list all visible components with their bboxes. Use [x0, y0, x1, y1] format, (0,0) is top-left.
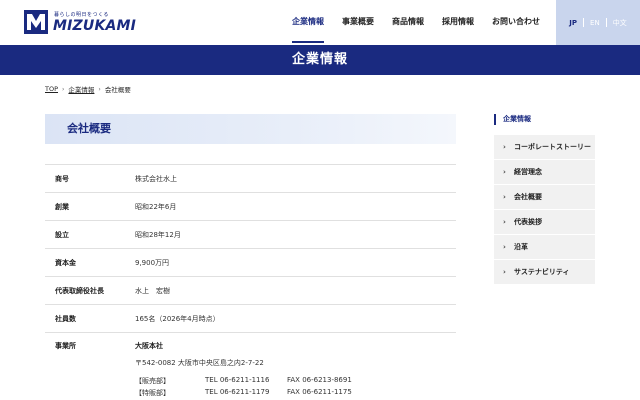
- office-fax: FAX 06-6213-8691: [287, 376, 352, 384]
- sidebar-item-greeting[interactable]: › 代表挨拶: [494, 210, 595, 235]
- sidebar-item-corporate-story[interactable]: › コーポレートストーリー: [494, 135, 595, 160]
- breadcrumb-current: 会社概要: [104, 86, 131, 94]
- nav-item-contact[interactable]: お問い合わせ: [483, 0, 549, 45]
- office-contact-line: 【特販部】 TEL 06-6211-1179 FAX 06-6211-1175: [135, 388, 352, 400]
- row-value: 株式会社水上: [135, 174, 177, 183]
- table-row: 資本金 9,900万円: [45, 248, 456, 276]
- breadcrumb-parent[interactable]: 企業情報: [68, 84, 94, 94]
- row-value: 水上 宏樹: [135, 286, 170, 295]
- table-row: 代表取締役社長 水上 宏樹: [45, 276, 456, 304]
- sidebar-item-label: 沿革: [514, 243, 528, 251]
- row-label: 商号: [55, 174, 69, 183]
- chevron-right-icon: ›: [503, 193, 506, 201]
- chevron-right-icon: ›: [503, 218, 506, 226]
- global-nav: 企業情報 事業概要 商品情報 採用情報 お問い合わせ: [283, 0, 549, 45]
- breadcrumb-top[interactable]: TOP: [45, 85, 58, 93]
- sidebar-item-sustainability[interactable]: › サステナビリティ: [494, 260, 595, 285]
- sidebar-item-label: 代表挨拶: [514, 218, 542, 226]
- sidebar-menu: › コーポレートストーリー › 経営理念 › 会社概要 › 代表挨拶 › 沿革 …: [494, 135, 595, 285]
- chevron-right-icon: ›: [503, 143, 506, 151]
- office-tel[interactable]: TEL 06-6211-1116: [205, 376, 287, 388]
- language-switcher: JP EN 中文: [556, 0, 640, 45]
- sidebar-item-label: サステナビリティ: [514, 268, 570, 276]
- chevron-right-icon: ›: [503, 268, 506, 276]
- table-row: 商号 株式会社水上: [45, 164, 456, 192]
- site-logo[interactable]: 暮らしの明日をつくる MIZUKAMI: [24, 10, 144, 36]
- row-label: 設立: [55, 230, 69, 239]
- sidebar-item-label: 経営理念: [514, 168, 542, 176]
- chevron-right-icon: ›: [503, 243, 506, 251]
- chevron-right-icon: ›: [503, 168, 506, 176]
- company-info-table: 商号 株式会社水上 創業 昭和22年6月 設立 昭和28年12月 資本金 9,9…: [45, 164, 456, 400]
- chevron-right-icon: ›: [98, 85, 101, 93]
- office-name: 大阪本社: [135, 342, 163, 350]
- row-label: 創業: [55, 202, 69, 211]
- lang-jp[interactable]: JP: [563, 19, 583, 27]
- office-contact-line: 【販売部】 TEL 06-6211-1116 FAX 06-6213-8691: [135, 376, 352, 388]
- table-row: 社員数 165名（2026年4月時点）: [45, 304, 456, 332]
- row-value: 9,900万円: [135, 258, 170, 267]
- sidebar-item-philosophy[interactable]: › 経営理念: [494, 160, 595, 185]
- sidebar-item-label: 会社概要: [514, 193, 542, 201]
- office-tel[interactable]: TEL 06-6211-1179: [205, 388, 287, 400]
- logo-mark-icon: [24, 10, 48, 34]
- sidebar: 企業情報 › コーポレートストーリー › 経営理念 › 会社概要 › 代表挨拶 …: [494, 114, 595, 285]
- chevron-right-icon: ›: [62, 85, 65, 93]
- page-banner: 企業情報: [0, 45, 640, 75]
- logo-tagline: 暮らしの明日をつくる: [54, 12, 109, 18]
- row-value: 昭和22年6月: [135, 202, 177, 211]
- sidebar-item-history[interactable]: › 沿革: [494, 235, 595, 260]
- logo-text: MIZUKAMI: [53, 18, 137, 34]
- row-value: 昭和28年12月: [135, 230, 181, 239]
- breadcrumb: TOP › 企業情報 › 会社概要: [45, 84, 131, 94]
- office-block: 大阪本社 〒542-0082 大阪市中央区島之内2-7-22 【販売部】 TEL…: [127, 341, 352, 400]
- row-value: 165名（2026年4月時点）: [135, 314, 220, 323]
- nav-item-company[interactable]: 企業情報: [283, 0, 333, 45]
- section-heading: 会社概要: [45, 114, 456, 144]
- sidebar-item-company-profile[interactable]: › 会社概要: [494, 185, 595, 210]
- lang-zh[interactable]: 中文: [607, 18, 633, 28]
- row-label: 社員数: [55, 314, 76, 323]
- section-title: 会社概要: [67, 122, 111, 135]
- row-label: 事業所: [55, 342, 76, 350]
- sidebar-item-label: コーポレートストーリー: [514, 143, 591, 151]
- lang-en[interactable]: EN: [584, 19, 606, 27]
- row-label: 資本金: [55, 258, 76, 267]
- office-address: 〒542-0082 大阪市中央区島之内2-7-22: [135, 359, 264, 367]
- nav-item-business[interactable]: 事業概要: [333, 0, 383, 45]
- nav-item-recruit[interactable]: 採用情報: [433, 0, 483, 45]
- table-row: 創業 昭和22年6月: [45, 192, 456, 220]
- office-dept: 【特販部】: [135, 389, 170, 397]
- office-fax: FAX 06-6211-1175: [287, 388, 352, 396]
- sidebar-title[interactable]: 企業情報: [494, 114, 595, 125]
- table-row-office: 事業所 大阪本社 〒542-0082 大阪市中央区島之内2-7-22 【販売部】…: [45, 332, 456, 400]
- table-row: 設立 昭和28年12月: [45, 220, 456, 248]
- site-header: 暮らしの明日をつくる MIZUKAMI 企業情報 事業概要 商品情報 採用情報 …: [0, 0, 640, 45]
- nav-item-products[interactable]: 商品情報: [383, 0, 433, 45]
- row-label: 代表取締役社長: [55, 286, 104, 295]
- office-dept: 【販売部】: [135, 377, 170, 385]
